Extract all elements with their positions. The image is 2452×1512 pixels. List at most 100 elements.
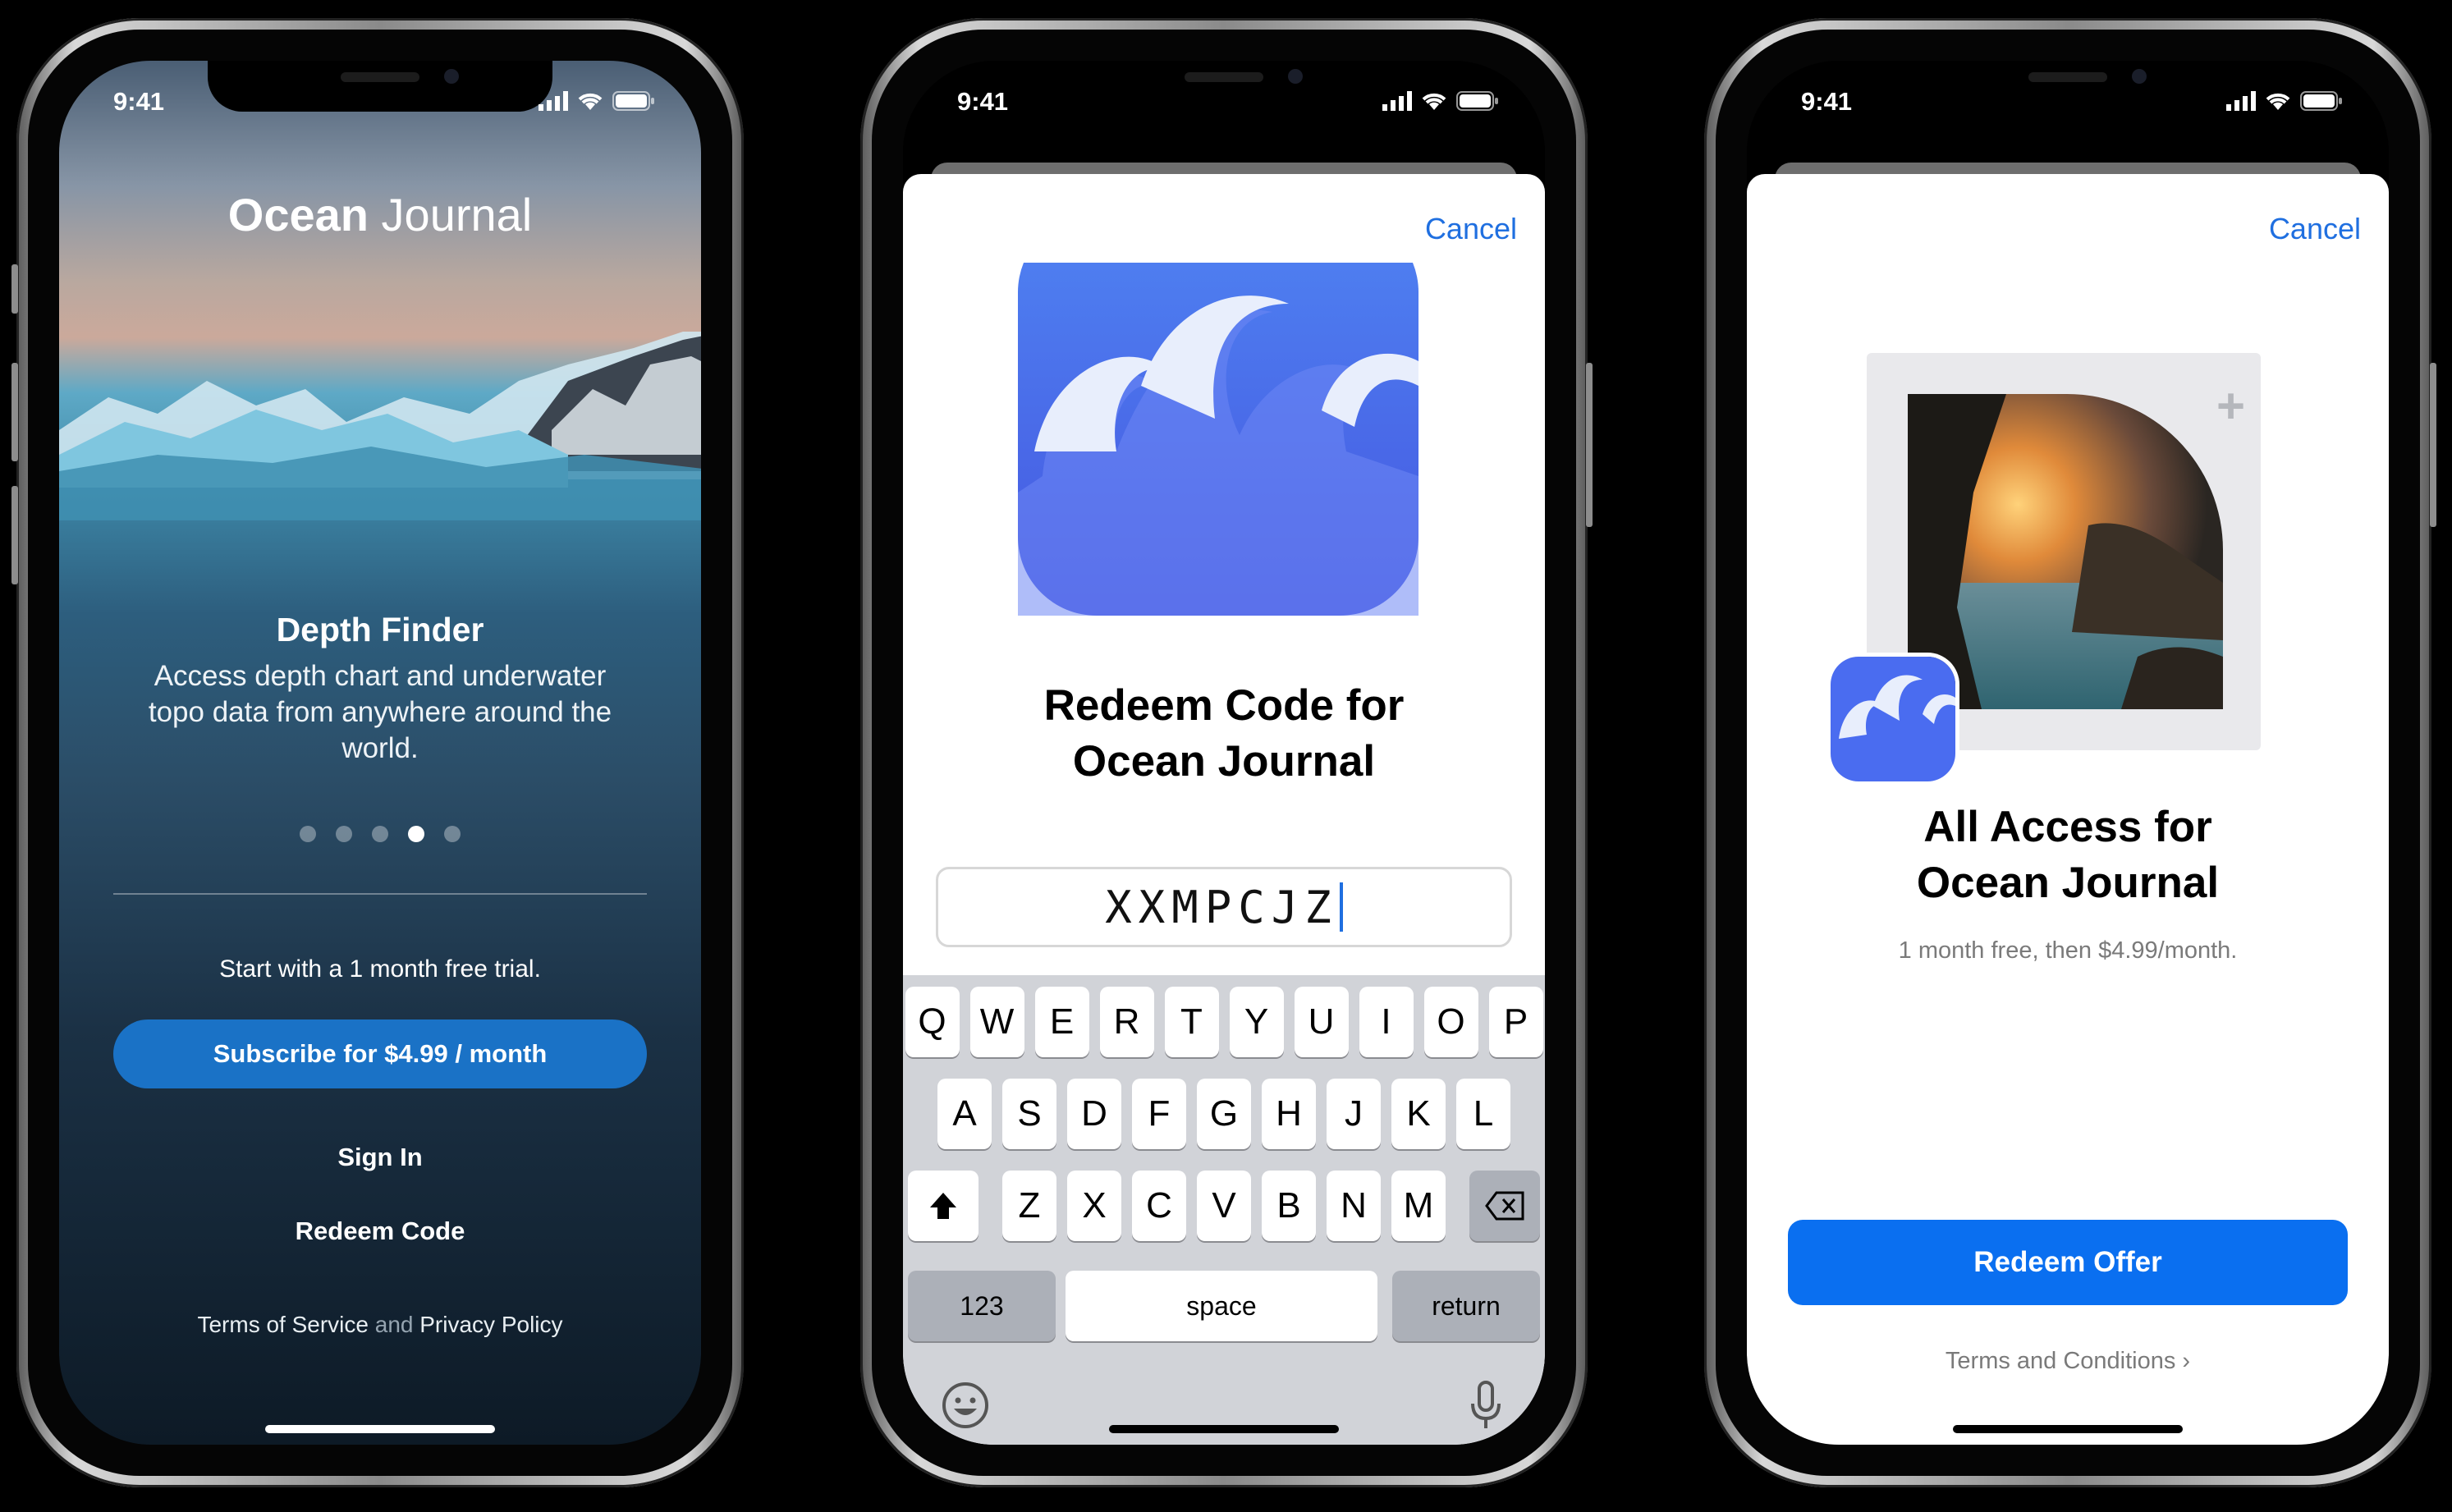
page-control[interactable] bbox=[59, 826, 701, 842]
key-n[interactable]: N bbox=[1327, 1171, 1381, 1241]
redeem-offer-button[interactable]: Redeem Offer bbox=[1788, 1220, 2348, 1305]
terms-and-conditions-link[interactable]: Terms and Conditions › bbox=[1747, 1348, 2389, 1375]
offer-title: All Access for Ocean Journal bbox=[1916, 803, 2220, 907]
battery-icon bbox=[2300, 91, 2342, 111]
status-bar: 9:41 bbox=[903, 61, 1545, 135]
numbers-key[interactable]: 123 bbox=[908, 1271, 1056, 1341]
key-k[interactable]: K bbox=[1391, 1079, 1446, 1149]
offer-price-text: 1 month free, then $4.99/month. bbox=[1898, 937, 2238, 964]
offer-screen: Cancel + All Access for Ocean Journal 1 … bbox=[1747, 61, 2389, 1445]
phone-device-offer: Cancel + All Access for Ocean Journal 1 … bbox=[1704, 18, 2436, 1487]
key-r[interactable]: R bbox=[1099, 987, 1154, 1057]
divider bbox=[113, 893, 647, 895]
key-m[interactable]: M bbox=[1391, 1171, 1446, 1241]
key-a[interactable]: A bbox=[937, 1079, 992, 1149]
app-icon-waves-small bbox=[1831, 657, 1955, 781]
keyboard-row-1: QWERTYUIOP bbox=[903, 987, 1545, 1057]
key-x[interactable]: X bbox=[1067, 1171, 1121, 1241]
bezel: Ocean Journal Depth Finder Access depth … bbox=[28, 30, 732, 1476]
return-key[interactable]: return bbox=[1392, 1271, 1540, 1341]
plus-icon: + bbox=[2216, 378, 2246, 433]
side-button bbox=[1586, 363, 1593, 527]
keyboard: QWERTYUIOP ASDFGHJKL ZXCVBNM 123 space r… bbox=[903, 975, 1545, 1445]
page-dot-active[interactable] bbox=[408, 826, 424, 842]
delete-key[interactable] bbox=[1469, 1171, 1540, 1241]
wifi-icon bbox=[578, 93, 603, 110]
delete-backspace-icon bbox=[1485, 1191, 1524, 1221]
code-value: XXMPCJZ bbox=[1105, 881, 1338, 933]
cancel-button[interactable]: Cancel bbox=[1425, 212, 1517, 246]
key-f[interactable]: F bbox=[1132, 1079, 1186, 1149]
sign-in-button[interactable]: Sign In bbox=[59, 1143, 701, 1172]
app-title: Ocean Journal bbox=[227, 189, 533, 241]
key-i[interactable]: I bbox=[1359, 987, 1414, 1057]
side-button bbox=[2430, 363, 2436, 527]
home-indicator[interactable] bbox=[1109, 1425, 1339, 1433]
keyboard-row-3: ZXCVBNM bbox=[903, 1171, 1545, 1241]
microphone-icon[interactable] bbox=[1469, 1381, 1502, 1430]
page-dot[interactable] bbox=[300, 826, 316, 842]
keyboard-bottom-row: 123 space return bbox=[903, 1271, 1545, 1343]
key-t[interactable]: T bbox=[1164, 987, 1219, 1057]
redeem-title: Redeem Code for Ocean Journal bbox=[1043, 681, 1405, 786]
key-g[interactable]: G bbox=[1197, 1079, 1251, 1149]
key-s[interactable]: S bbox=[1002, 1079, 1056, 1149]
shift-key[interactable] bbox=[908, 1171, 979, 1241]
home-indicator[interactable] bbox=[265, 1425, 495, 1433]
bezel: Cancel Redeem Code for Ocean Journal XXM… bbox=[872, 30, 1576, 1476]
key-d[interactable]: D bbox=[1067, 1079, 1121, 1149]
phone-device-redeem-code: Cancel Redeem Code for Ocean Journal XXM… bbox=[860, 18, 1593, 1487]
side-button bbox=[11, 363, 18, 461]
status-bar: 9:41 bbox=[59, 61, 701, 135]
cellular-signal-icon bbox=[539, 91, 568, 111]
key-j[interactable]: J bbox=[1327, 1079, 1381, 1149]
page-dot[interactable] bbox=[372, 826, 388, 842]
key-q[interactable]: Q bbox=[905, 987, 960, 1057]
key-z[interactable]: Z bbox=[1002, 1171, 1056, 1241]
paywall-screen: Ocean Journal Depth Finder Access depth … bbox=[59, 61, 701, 1445]
key-o[interactable]: O bbox=[1423, 987, 1478, 1057]
wifi-icon bbox=[2266, 93, 2290, 110]
status-bar: 9:41 bbox=[1747, 61, 2389, 135]
trial-text: Start with a 1 month free trial. bbox=[219, 955, 541, 983]
privacy-policy-link[interactable]: Privacy Policy bbox=[419, 1312, 562, 1337]
and-text: and bbox=[368, 1312, 420, 1337]
battery-icon bbox=[612, 91, 654, 111]
key-l[interactable]: L bbox=[1456, 1079, 1510, 1149]
subscribe-button[interactable]: Subscribe for $4.99 / month bbox=[113, 1019, 647, 1088]
page-dot[interactable] bbox=[444, 826, 461, 842]
key-v[interactable]: V bbox=[1197, 1171, 1251, 1241]
terms-of-service-link[interactable]: Terms of Service bbox=[197, 1312, 369, 1337]
home-indicator[interactable] bbox=[1953, 1425, 2183, 1433]
side-button bbox=[11, 486, 18, 584]
bezel: Cancel + All Access for Ocean Journal 1 … bbox=[1716, 30, 2420, 1476]
redeem-code-button[interactable]: Redeem Code bbox=[59, 1216, 701, 1246]
keyboard-row-2: ASDFGHJKL bbox=[903, 1079, 1545, 1149]
key-u[interactable]: U bbox=[1294, 987, 1349, 1057]
shift-icon bbox=[930, 1193, 956, 1219]
cancel-button[interactable]: Cancel bbox=[2269, 212, 2361, 246]
legal-links: Terms of Service and Privacy Policy bbox=[59, 1312, 701, 1338]
emoji-icon[interactable] bbox=[941, 1381, 990, 1430]
side-button bbox=[11, 264, 18, 314]
redeem-code-screen: Cancel Redeem Code for Ocean Journal XXM… bbox=[903, 61, 1545, 1445]
key-e[interactable]: E bbox=[1034, 987, 1089, 1057]
coastal-sunset-photo bbox=[1908, 394, 2223, 709]
space-key[interactable]: space bbox=[1066, 1271, 1377, 1341]
key-w[interactable]: W bbox=[969, 987, 1024, 1057]
battery-icon bbox=[1456, 91, 1498, 111]
key-h[interactable]: H bbox=[1262, 1079, 1316, 1149]
text-cursor bbox=[1339, 882, 1343, 932]
redeem-code-input[interactable]: XXMPCJZ bbox=[936, 867, 1512, 947]
wifi-icon bbox=[1422, 93, 1446, 110]
key-c[interactable]: C bbox=[1132, 1171, 1186, 1241]
feature-title: Depth Finder bbox=[276, 611, 484, 648]
page-dot[interactable] bbox=[336, 826, 352, 842]
key-p[interactable]: P bbox=[1488, 987, 1543, 1057]
key-y[interactable]: Y bbox=[1229, 987, 1284, 1057]
status-time: 9:41 bbox=[957, 87, 1009, 116]
app-icon-waves bbox=[1018, 263, 1418, 616]
feature-description: Access depth chart and underwater topo d… bbox=[148, 660, 612, 764]
key-b[interactable]: B bbox=[1262, 1171, 1316, 1241]
cellular-signal-icon bbox=[2226, 91, 2256, 111]
